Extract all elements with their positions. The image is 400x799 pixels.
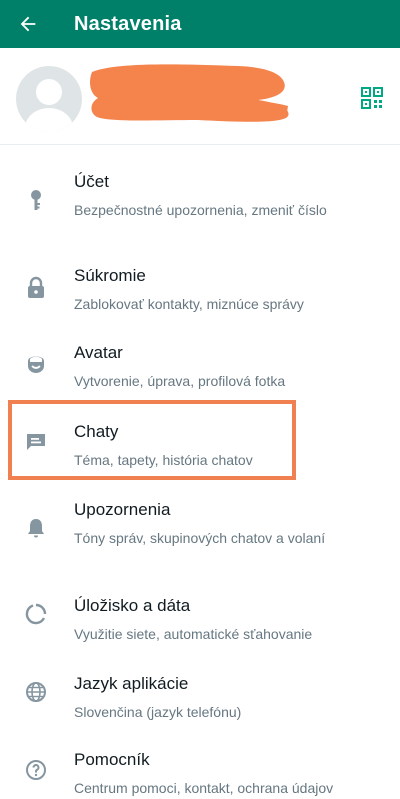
app-bar: Nastavenia: [0, 0, 400, 48]
settings-item-subtitle: Zablokovať kontakty, miznúce správy: [74, 296, 304, 312]
profile-section[interactable]: [0, 48, 400, 158]
settings-item-title: Avatar: [74, 343, 123, 362]
avatar-face-icon: [28, 356, 44, 373]
bell-icon: [28, 519, 44, 538]
profile-avatar[interactable]: [16, 66, 82, 132]
page-title: Nastavenia: [74, 12, 182, 35]
globe-icon: [26, 682, 46, 702]
settings-item-title: Pomocník: [74, 750, 150, 769]
storage-circle-icon: [25, 603, 47, 625]
highlight-annotation-box: [8, 400, 296, 480]
settings-item-storage[interactable]: Úložisko a dáta Využitie siete, automati…: [0, 596, 400, 646]
settings-item-title: Upozornenia: [74, 500, 171, 519]
settings-item-subtitle: Bezpečnostné upozornenia, zmeniť číslo: [74, 202, 327, 218]
settings-item-title: Jazyk aplikácie: [74, 674, 189, 693]
lock-icon: [28, 276, 44, 298]
settings-item-subtitle: Slovenčina (jazyk telefónu): [74, 704, 242, 720]
default-avatar-icon: [25, 79, 73, 132]
settings-item-title: Súkromie: [74, 266, 146, 285]
help-icon: [26, 760, 46, 780]
settings-item-privacy[interactable]: Súkromie Zablokovať kontakty, miznúce sp…: [0, 266, 400, 316]
settings-item-help[interactable]: Pomocník Centrum pomoci, kontakt, ochran…: [0, 750, 400, 798]
settings-item-app-language[interactable]: Jazyk aplikácie Slovenčina (jazyk telefó…: [0, 674, 400, 724]
settings-item-title: Účet: [74, 172, 109, 191]
arrow-left-icon: [20, 16, 36, 32]
settings-item-subtitle: Vytvorenie, úprava, profilová fotka: [74, 373, 286, 389]
settings-item-subtitle: Centrum pomoci, kontakt, ochrana údajov: [74, 780, 334, 796]
settings-item-subtitle: Tóny správ, skupinových chatov a volaní: [74, 530, 326, 546]
settings-item-account[interactable]: Účet Bezpečnostné upozornenia, zmeniť čí…: [0, 172, 400, 238]
settings-item-subtitle: Využitie siete, automatické sťahovanie: [74, 626, 313, 642]
back-button[interactable]: [0, 0, 56, 48]
settings-item-avatar[interactable]: Avatar Vytvorenie, úprava, profilová fot…: [0, 343, 400, 393]
profile-divider: [0, 144, 400, 145]
settings-item-title: Úložisko a dáta: [74, 596, 191, 615]
key-icon: [31, 190, 41, 210]
qr-code-button[interactable]: [360, 86, 384, 110]
qr-code-icon: [361, 87, 383, 109]
settings-item-notifications[interactable]: Upozornenia Tóny správ, skupinových chat…: [0, 500, 400, 566]
redacted-name-scribble: [90, 64, 289, 122]
